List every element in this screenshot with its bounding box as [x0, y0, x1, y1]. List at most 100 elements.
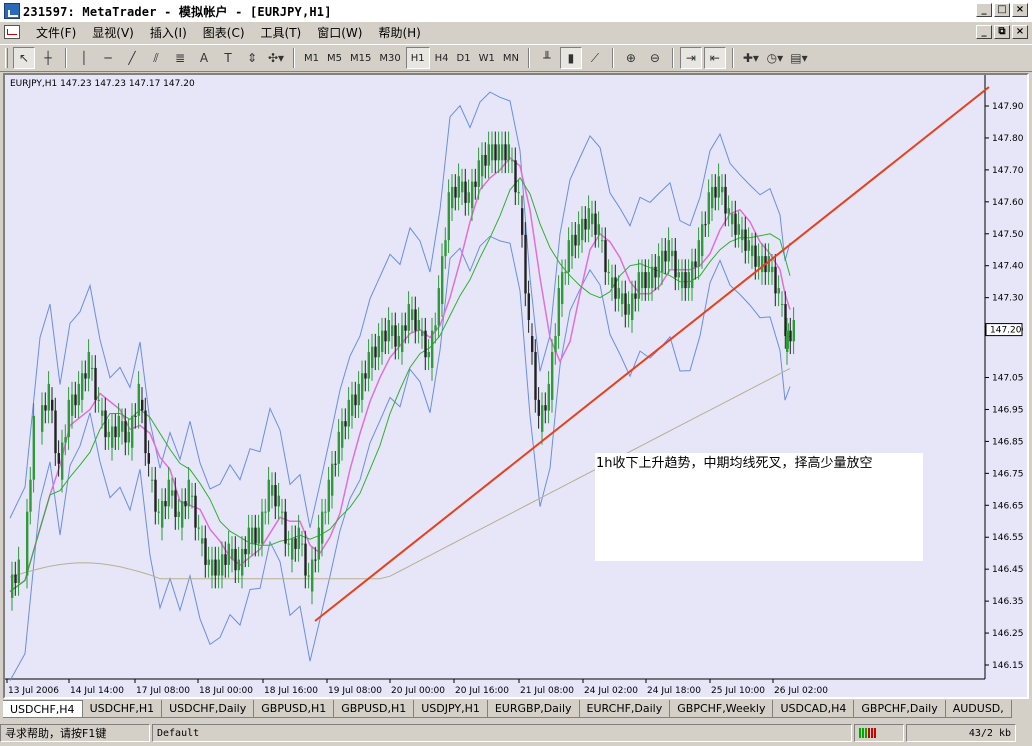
- candle-body: [731, 213, 734, 225]
- candle-body: [444, 240, 447, 257]
- tab-eurgbp-daily[interactable]: EURGBP,Daily: [487, 700, 580, 718]
- candle-body: [607, 272, 610, 274]
- price-label: 146.45: [992, 565, 1024, 575]
- minimize-button[interactable]: _: [976, 3, 992, 17]
- candle-body: [551, 351, 554, 400]
- tab-eurchf-daily[interactable]: EURCHF,Daily: [579, 700, 671, 718]
- tab-gbpchf-daily[interactable]: GBPCHF,Daily: [854, 700, 946, 718]
- candle-body: [171, 490, 174, 496]
- annotation-text: 1h收下上升趋势，中期均线死叉，择高少量放空: [596, 455, 873, 471]
- candle-body: [584, 218, 587, 230]
- tab-gbpchf-weekly[interactable]: GBPCHF,Weekly: [670, 700, 774, 718]
- time-label: 14 Jul 14:00: [70, 686, 124, 696]
- price-chart[interactable]: 147.90 147.80 147.70 147.60 147.50 147.40 147.…: [5, 75, 1027, 697]
- chart-shift-icon[interactable]: ⇤: [703, 47, 726, 69]
- tab-usdcad-h4[interactable]: USDCAD,H4: [773, 700, 855, 718]
- timeframe-m15[interactable]: M15: [346, 53, 375, 64]
- candle-body: [661, 250, 664, 273]
- tab-audusd[interactable]: AUDUSD,: [945, 700, 1012, 718]
- metatrader-app-icon: [4, 3, 20, 19]
- timeframe-d1[interactable]: D1: [453, 53, 475, 64]
- candle-body: [381, 330, 384, 352]
- candle-body: [344, 421, 347, 427]
- candle-body: [671, 250, 674, 257]
- menu-help[interactable]: 帮助(H): [370, 24, 428, 41]
- candle-body: [211, 559, 214, 576]
- candle-body: [527, 293, 530, 321]
- tab-gbpusd-h1-2[interactable]: GBPUSD,H1: [334, 700, 415, 718]
- menu-charts[interactable]: 图表(C): [195, 24, 253, 41]
- indicators-dropdown-icon[interactable]: ✚▾: [740, 47, 762, 69]
- timeframe-mn[interactable]: MN: [499, 53, 523, 64]
- candlestick-chart-icon[interactable]: ▮: [559, 47, 582, 69]
- text-tool-icon[interactable]: A: [193, 47, 215, 69]
- candle-body: [81, 373, 84, 400]
- time-label: 24 Jul 02:00: [584, 686, 638, 696]
- candle-body: [707, 192, 710, 225]
- templates-dropdown-icon[interactable]: ▤▾: [788, 47, 810, 69]
- auto-scroll-icon[interactable]: ⇥: [679, 47, 702, 69]
- tab-usdchf-h4[interactable]: USDCHF,H4: [3, 700, 83, 718]
- timeframe-h4[interactable]: H4: [431, 53, 453, 64]
- menu-window[interactable]: 窗口(W): [309, 24, 370, 41]
- timeframe-m1[interactable]: M1: [300, 53, 323, 64]
- candle-body: [441, 256, 444, 305]
- maximize-button[interactable]: □: [994, 3, 1010, 17]
- candle-body: [261, 511, 264, 544]
- timeframe-w1[interactable]: W1: [475, 53, 499, 64]
- bar-chart-icon[interactable]: ╨: [536, 47, 558, 69]
- candle-body: [111, 426, 114, 448]
- candle-body: [241, 548, 244, 576]
- horizontal-line-icon[interactable]: ─: [97, 47, 119, 69]
- candle-body: [521, 208, 524, 235]
- periods-clock-icon[interactable]: ◷▾: [764, 47, 786, 69]
- chart-header: EURJPY,H1 147.23 147.23 147.17 147.20: [10, 79, 195, 89]
- tab-usdchf-daily[interactable]: USDCHF,Daily: [162, 700, 255, 718]
- zoom-in-icon[interactable]: ⊕: [620, 47, 642, 69]
- line-chart-icon[interactable]: ⟋: [584, 47, 606, 69]
- menu-insert[interactable]: 插入(I): [142, 24, 195, 41]
- menu-file[interactable]: 文件(F): [28, 24, 84, 41]
- more-objects-dropdown-icon[interactable]: ✣▾: [265, 47, 287, 69]
- close-button[interactable]: ×: [1012, 3, 1028, 17]
- status-help: 寻求帮助，请按F1键: [0, 724, 150, 742]
- child-minimize-button[interactable]: _: [976, 25, 992, 39]
- candle-body: [404, 325, 407, 331]
- chart-window[interactable]: 147.90 147.80 147.70 147.60 147.50 147.40 147.…: [3, 73, 1029, 699]
- menu-view[interactable]: 显视(V): [84, 24, 142, 41]
- candle-body: [74, 394, 77, 406]
- candle-body: [254, 527, 257, 544]
- candle-body: [294, 538, 297, 549]
- candle-body: [587, 208, 590, 230]
- candle-body: [314, 559, 317, 561]
- status-bar: 寻求帮助，请按F1键 Default 43/2 kb: [0, 722, 1032, 744]
- crosshair-tool-icon[interactable]: ┼: [37, 47, 59, 69]
- tab-usdchf-h1[interactable]: USDCHF,H1: [82, 700, 163, 718]
- timeframe-m5[interactable]: M5: [323, 53, 346, 64]
- candle-body: [471, 181, 474, 209]
- arrow-objects-icon[interactable]: ⇕: [241, 47, 263, 69]
- candle-body: [541, 405, 544, 432]
- menu-tools[interactable]: 工具(T): [253, 24, 310, 41]
- candle-body: [227, 543, 230, 565]
- candle-body: [301, 543, 304, 545]
- cursor-tool-icon[interactable]: ↖: [13, 47, 35, 69]
- text-label-icon[interactable]: T: [217, 47, 239, 69]
- trendline-tool-icon[interactable]: ╱: [121, 47, 143, 69]
- timeframe-m30[interactable]: M30: [375, 53, 404, 64]
- candle-body: [237, 559, 240, 571]
- child-close-button[interactable]: ×: [1012, 25, 1028, 39]
- timeframe-h1[interactable]: H1: [405, 47, 430, 69]
- price-label: 147.40: [992, 262, 1024, 272]
- chart-document-icon[interactable]: [4, 25, 20, 39]
- tab-gbpusd-h1[interactable]: GBPUSD,H1: [254, 700, 335, 718]
- tab-usdjpy-h1[interactable]: USDJPY,H1: [414, 700, 488, 718]
- candle-body: [617, 288, 620, 299]
- fibonacci-retracement-icon[interactable]: ≣: [169, 47, 191, 69]
- vertical-line-icon[interactable]: │: [73, 47, 95, 69]
- candle-body: [434, 325, 437, 331]
- child-restore-button[interactable]: ⧉: [994, 25, 1010, 39]
- zoom-out-icon[interactable]: ⊖: [644, 47, 666, 69]
- time-label: 18 Jul 00:00: [199, 686, 253, 696]
- equidistant-channel-icon[interactable]: ⫽: [145, 47, 167, 69]
